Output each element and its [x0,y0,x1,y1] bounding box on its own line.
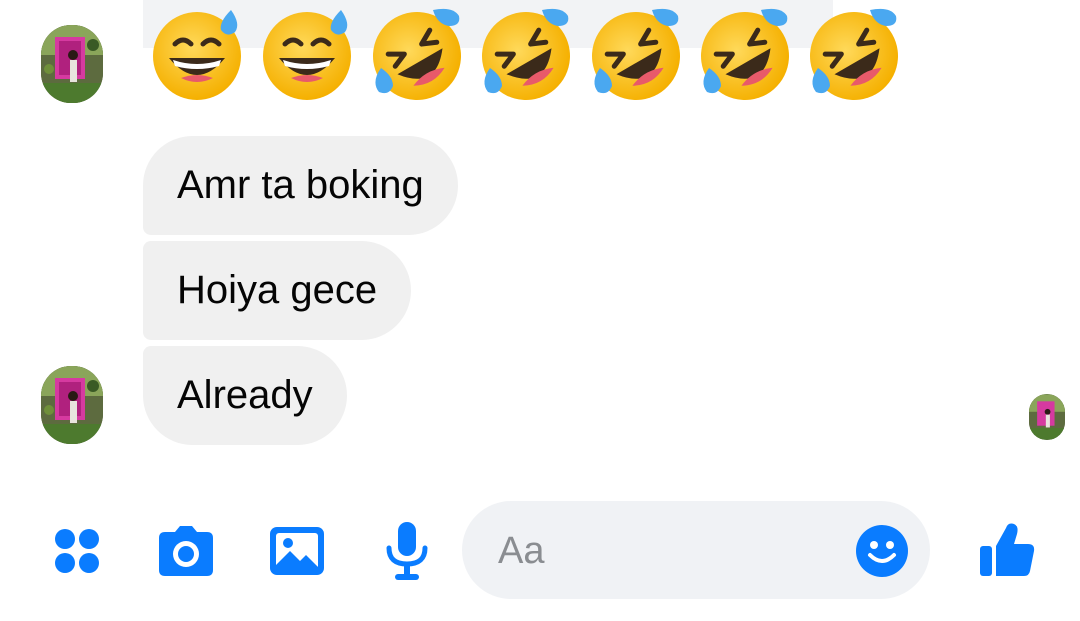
gallery-icon [270,527,324,575]
microphone-button[interactable] [376,520,438,582]
rolling-on-floor-laughing-icon [592,8,680,100]
messenger-chat-screen: Amr ta boking Hoiya gece Already [0,0,1080,621]
rolling-on-floor-laughing-icon [373,8,461,100]
apps-button[interactable] [46,520,108,582]
gallery-button[interactable] [266,520,328,582]
grinning-sweat-icon [153,10,241,100]
avatar-photo-icon [41,366,103,444]
apps-icon [55,529,99,573]
emoji-grinning-sweat[interactable] [147,4,247,104]
emoji-rolling-laughing[interactable] [476,4,576,104]
microphone-icon [386,522,428,580]
message-input-container[interactable] [462,501,930,599]
rolling-on-floor-laughing-icon [701,8,789,100]
like-button[interactable] [976,518,1040,582]
grinning-sweat-icon [263,10,351,100]
message-bubble[interactable]: Amr ta boking [143,136,458,235]
sender-avatar[interactable] [41,25,103,103]
emoji-rolling-laughing[interactable] [367,4,467,104]
emoji-icon [856,525,908,577]
sender-avatar[interactable] [41,366,103,444]
emoji-grinning-sweat[interactable] [257,4,357,104]
rolling-on-floor-laughing-icon [810,8,898,100]
emoji-rolling-laughing[interactable] [586,4,686,104]
rolling-on-floor-laughing-icon [482,8,570,100]
message-bubble[interactable]: Already [143,346,347,445]
emoji-button[interactable] [855,524,909,578]
emoji-rolling-laughing[interactable] [695,4,795,104]
avatar-photo-icon [41,25,103,103]
message-bubble[interactable]: Hoiya gece [143,241,412,340]
thumbs-up-icon [980,523,1035,576]
avatar-photo-icon [1029,394,1065,440]
camera-icon [159,526,213,576]
message-input[interactable] [496,525,840,577]
emoji-rolling-laughing[interactable] [804,4,904,104]
camera-button[interactable] [155,520,217,582]
seen-indicator-avatar [1029,394,1065,440]
